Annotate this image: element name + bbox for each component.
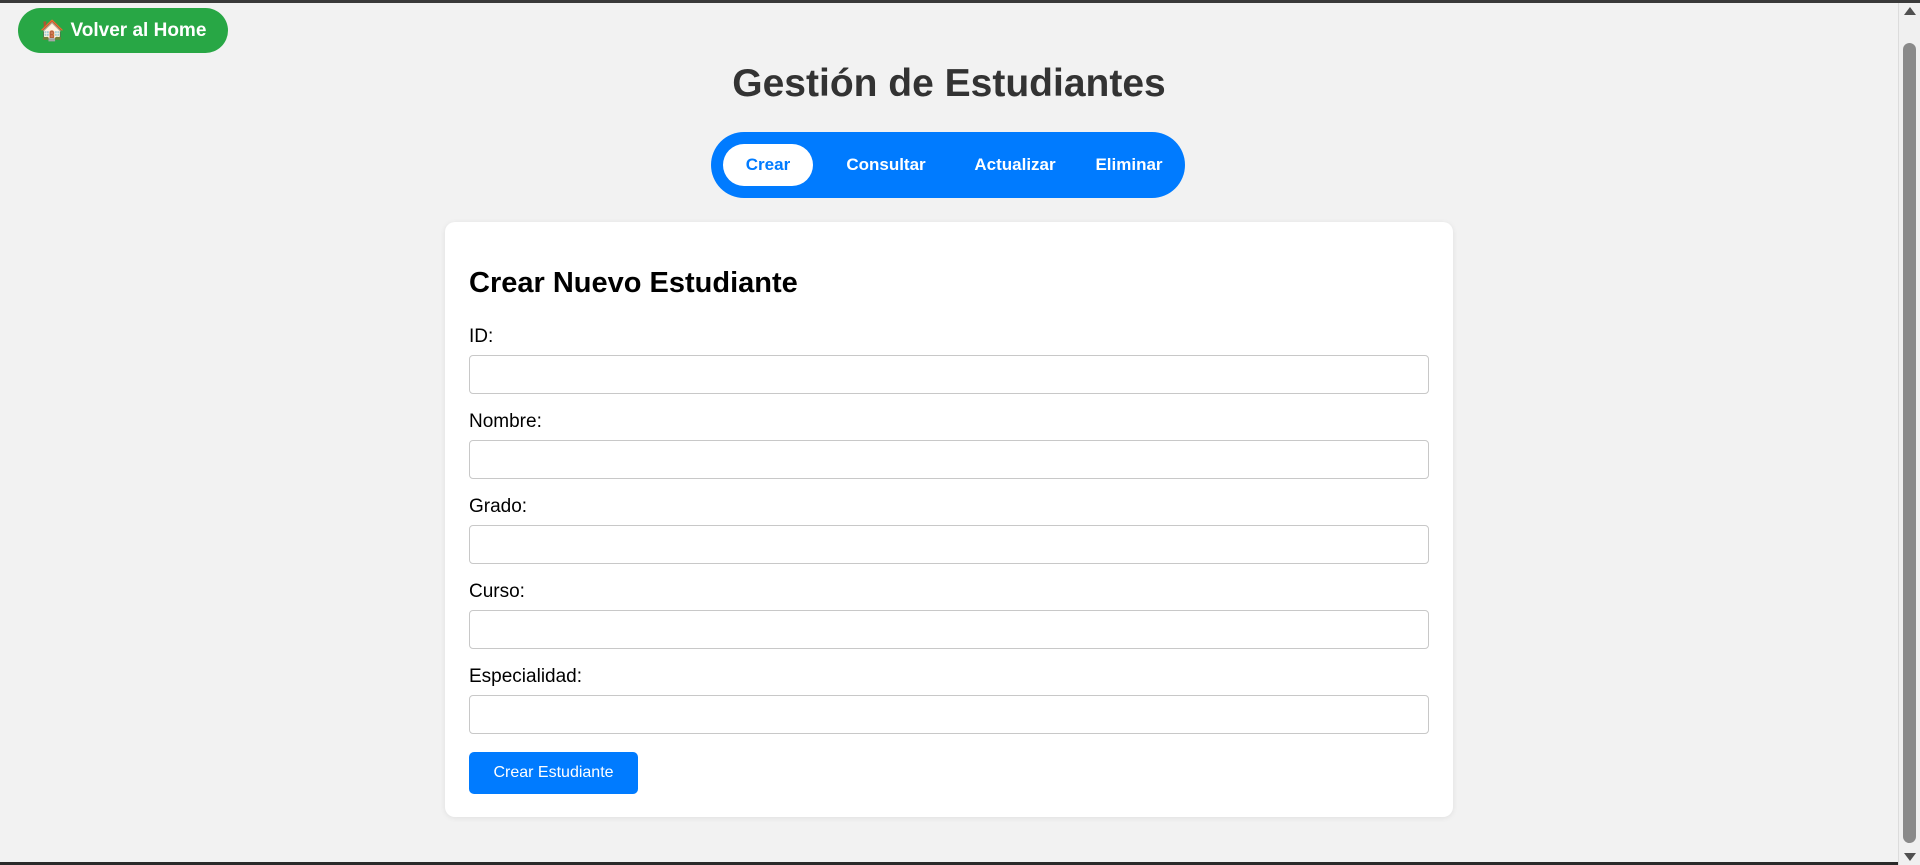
curso-label: Curso: [469,581,525,602]
tab-bar: Crear Consultar Actualizar Eliminar [711,132,1185,198]
nombre-input[interactable] [469,440,1429,479]
vertical-scrollbar[interactable] [1898,3,1920,865]
window-top-border [0,0,1920,3]
grado-label: Grado: [469,496,528,517]
scrollbar-thumb[interactable] [1903,43,1916,843]
form-title: Crear Nuevo Estudiante [469,267,798,299]
id-label: ID: [469,326,494,347]
especialidad-label: Especialidad: [469,666,583,687]
scroll-down-arrow-icon[interactable] [1904,853,1916,861]
grado-input[interactable] [469,525,1429,564]
house-icon: 🏠 [39,19,65,42]
create-student-button[interactable]: Crear Estudiante [469,752,638,794]
tab-consultar[interactable]: Consultar [826,144,946,186]
home-button-label: Volver al Home [70,19,207,41]
scroll-up-arrow-icon[interactable] [1904,7,1916,15]
create-student-card: Crear Nuevo Estudiante ID: Nombre: Grado… [445,222,1453,817]
tab-eliminar[interactable]: Eliminar [1081,144,1177,186]
nombre-label: Nombre: [469,411,542,432]
especialidad-input[interactable] [469,695,1429,734]
id-input[interactable] [469,355,1429,394]
tab-crear[interactable]: Crear [723,144,813,186]
curso-input[interactable] [469,610,1429,649]
tab-actualizar[interactable]: Actualizar [951,144,1079,186]
home-button[interactable]: 🏠 Volver al Home [18,8,228,53]
page-title: Gestión de Estudiantes [732,62,1166,105]
